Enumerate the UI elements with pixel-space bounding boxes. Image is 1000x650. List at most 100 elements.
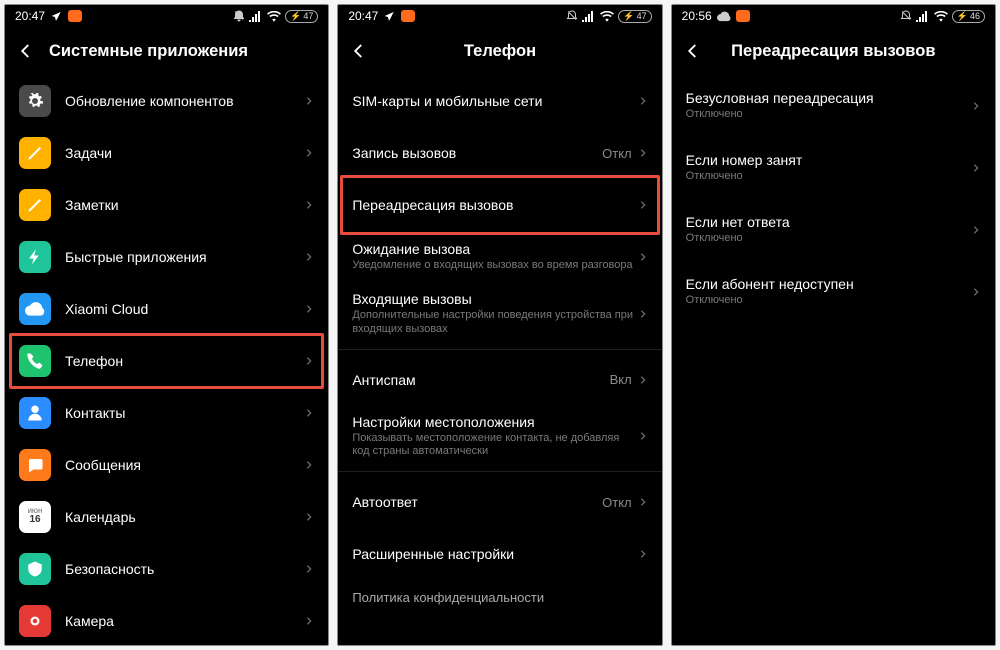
settings-row[interactable]: Запись вызововОткл (338, 127, 661, 179)
chevron-right-icon (638, 429, 648, 443)
record-icon (401, 10, 415, 22)
app-row[interactable]: Камера (5, 595, 328, 645)
app-label: Обновление компонентов (65, 93, 304, 109)
screen-system-apps: 20:47 ⚡47 Системные приложения Обновлени… (4, 4, 329, 646)
chevron-right-icon (971, 161, 981, 175)
settings-row[interactable]: АнтиспамВкл (338, 354, 661, 406)
chevron-right-icon (304, 94, 314, 108)
clock: 20:47 (15, 9, 45, 23)
chevron-right-icon (304, 198, 314, 212)
chevron-right-icon (304, 510, 314, 524)
chevron-right-icon (304, 406, 314, 420)
chevron-right-icon (638, 373, 648, 387)
screen-phone-settings: 20:47 ⚡47 Телефон SIM-карты и мобильные … (337, 4, 662, 646)
settings-row[interactable]: Настройки местоположения Показывать место… (338, 406, 661, 468)
app-row[interactable]: Безопасность (5, 543, 328, 595)
setting-value: Вкл (610, 372, 632, 387)
app-row[interactable]: Xiaomi Cloud (5, 283, 328, 335)
titlebar: Переадресация вызовов (672, 27, 995, 75)
setting-label: Расширенные настройки (352, 546, 637, 562)
battery-indicator: ⚡46 (952, 10, 985, 23)
forwarding-row[interactable]: Если нет ответаОтключено (672, 199, 995, 261)
app-row[interactable]: ИЮН16Календарь (5, 491, 328, 543)
setting-sublabel: Уведомление о входящих вызовах во время … (352, 259, 637, 273)
chevron-right-icon (638, 146, 648, 160)
app-label: Быстрые приложения (65, 249, 304, 265)
forwarding-list: Безусловная переадресацияОтключеноЕсли н… (672, 75, 995, 645)
chevron-right-icon (638, 495, 648, 509)
settings-list: SIM-карты и мобильные сетиЗапись вызовов… (338, 75, 661, 645)
battery-indicator: ⚡47 (285, 10, 318, 23)
forwarding-label: Если нет ответа (686, 214, 971, 230)
wifi-icon (934, 11, 948, 22)
dnd-icon (900, 10, 912, 22)
chat-icon (19, 449, 51, 481)
app-label: Безопасность (65, 561, 304, 577)
back-button[interactable] (17, 42, 45, 60)
chevron-right-icon (304, 302, 314, 316)
settings-row[interactable]: Расширенные настройки (338, 528, 661, 580)
settings-row[interactable]: Ожидание вызова Уведомление о входящих вы… (338, 231, 661, 283)
chevron-right-icon (304, 614, 314, 628)
app-label: Телефон (65, 353, 304, 369)
statusbar: 20:47 ⚡47 (5, 5, 328, 27)
settings-row[interactable]: SIM-карты и мобильные сети (338, 75, 661, 127)
chevron-right-icon (971, 285, 981, 299)
app-row[interactable]: Сообщения (5, 439, 328, 491)
app-row[interactable]: Обновление компонентов (5, 75, 328, 127)
chevron-right-icon (638, 94, 648, 108)
dnd-icon (566, 10, 578, 22)
cam-icon (19, 605, 51, 637)
settings-row[interactable]: Переадресация вызовов (338, 179, 661, 231)
app-label: Xiaomi Cloud (65, 301, 304, 317)
signal-icon (582, 11, 596, 22)
privacy-link[interactable]: Политика конфиденциальности (338, 580, 661, 615)
phone-icon (19, 345, 51, 377)
app-label: Контакты (65, 405, 304, 421)
app-row[interactable]: Телефон (5, 335, 328, 387)
settings-row[interactable]: АвтоответОткл (338, 476, 661, 528)
setting-sublabel: Дополнительные настройки поведения устро… (352, 309, 637, 337)
chevron-right-icon (304, 458, 314, 472)
setting-label: Запись вызовов (352, 145, 602, 161)
app-row[interactable]: Быстрые приложения (5, 231, 328, 283)
back-button[interactable] (684, 42, 712, 60)
setting-label: Антиспам (352, 372, 609, 388)
back-button[interactable] (350, 42, 378, 60)
record-icon (736, 10, 750, 22)
signal-icon (916, 11, 930, 22)
setting-label: Переадресация вызовов (352, 197, 637, 213)
divider (338, 349, 661, 350)
setting-label: Автоответ (352, 494, 602, 510)
chevron-right-icon (638, 198, 648, 212)
setting-value: Откл (602, 146, 632, 161)
forwarding-row[interactable]: Если номер занятОтключено (672, 137, 995, 199)
app-row[interactable]: Задачи (5, 127, 328, 179)
battery-indicator: ⚡47 (618, 10, 651, 23)
settings-row[interactable]: Входящие вызовы Дополнительные настройки … (338, 283, 661, 345)
app-row[interactable]: Контакты (5, 387, 328, 439)
titlebar: Телефон (338, 27, 661, 75)
forwarding-status: Отключено (686, 170, 971, 184)
forwarding-row[interactable]: Если абонент недоступенОтключено (672, 261, 995, 323)
setting-label: Входящие вызовы (352, 291, 637, 307)
app-row[interactable]: Заметки (5, 179, 328, 231)
app-label: Камера (65, 613, 304, 629)
telegram-icon (50, 10, 63, 23)
forwarding-row[interactable]: Безусловная переадресацияОтключено (672, 75, 995, 137)
setting-label: Настройки местоположения (352, 414, 637, 430)
divider (338, 471, 661, 472)
gear-icon (19, 85, 51, 117)
chevron-right-icon (304, 354, 314, 368)
setting-value: Откл (602, 495, 632, 510)
bolt-icon (19, 241, 51, 273)
setting-label: Ожидание вызова (352, 241, 637, 257)
chevron-right-icon (971, 99, 981, 113)
note-icon (19, 189, 51, 221)
wifi-icon (267, 11, 281, 22)
note-icon (19, 137, 51, 169)
setting-sublabel: Показывать местоположение контакта, не д… (352, 432, 637, 460)
signal-icon (249, 11, 263, 22)
app-list: Обновление компонентов ЗадачиЗаметки Быстр… (5, 75, 328, 645)
forwarding-label: Безусловная переадресация (686, 90, 971, 106)
